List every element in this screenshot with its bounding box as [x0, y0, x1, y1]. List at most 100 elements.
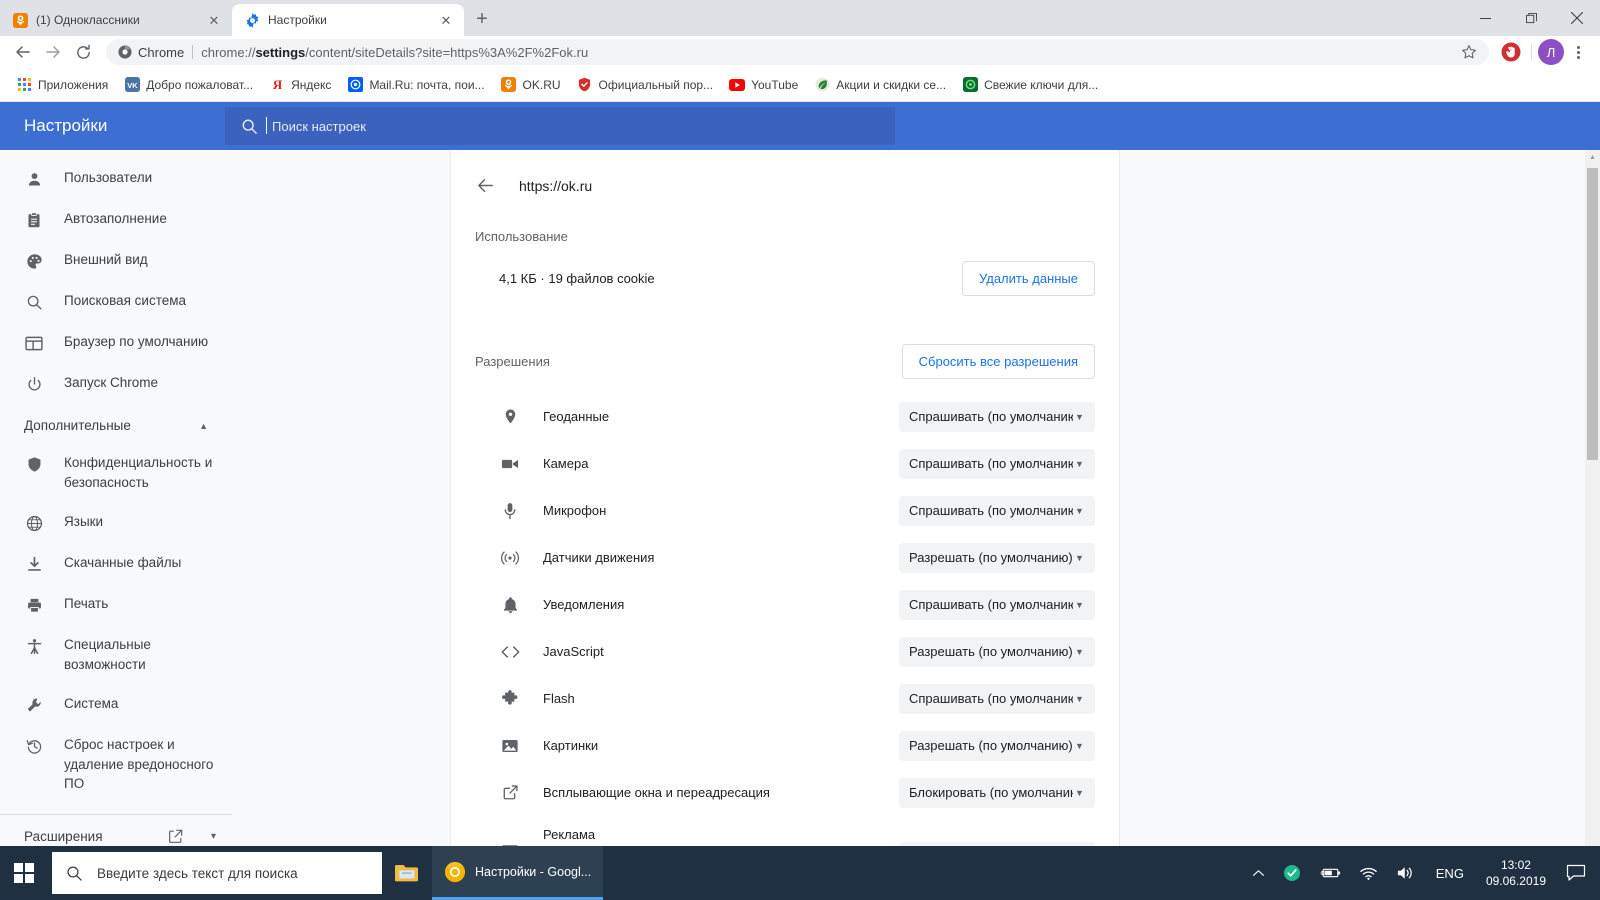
- permission-select-camera[interactable]: Спрашивать (по умолчанию ▼: [899, 448, 1095, 479]
- sidebar-item-downloads[interactable]: Скачанные файлы: [0, 543, 232, 584]
- window-controls: [1462, 0, 1600, 36]
- sidebar-item-users[interactable]: Пользователи: [0, 158, 232, 199]
- page-scrollbar[interactable]: ▲: [1585, 150, 1600, 846]
- bookmark-yandex[interactable]: Я Яндекс: [261, 74, 339, 96]
- bookmark-youtube[interactable]: YouTube: [721, 74, 806, 96]
- adblock-extension-icon[interactable]: [1497, 38, 1525, 66]
- search-icon: [24, 292, 44, 312]
- browser-window-icon: [24, 333, 44, 353]
- permission-label: JavaScript: [543, 643, 604, 659]
- sidebar-item-accessibility[interactable]: Специальные возможности: [0, 625, 232, 684]
- chevron-down-icon: ▼: [1075, 787, 1084, 798]
- permission-select-notifications[interactable]: Спрашивать (по умолчанию ▼: [899, 589, 1095, 620]
- back-icon[interactable]: [8, 38, 38, 66]
- download-icon: [24, 554, 44, 574]
- external-link-icon[interactable]: [168, 829, 183, 844]
- power-icon: [24, 374, 44, 394]
- sidebar-item-startup[interactable]: Запуск Chrome: [0, 363, 232, 404]
- permission-select-location[interactable]: Спрашивать (по умолчанию ▼: [899, 401, 1095, 432]
- address-bar[interactable]: Chrome chrome://settings/content/siteDet…: [106, 39, 1489, 65]
- permission-select-flash[interactable]: Спрашивать (по умолчанию ▼: [899, 683, 1095, 714]
- sidebar-item-extensions[interactable]: Расширения ▾: [0, 815, 232, 846]
- back-arrow-icon[interactable]: [475, 176, 495, 195]
- permission-select-images[interactable]: Разрешать (по умолчанию) ▼: [899, 730, 1095, 761]
- search-input[interactable]: Поиск настроек: [225, 107, 895, 145]
- volume-icon[interactable]: [1387, 865, 1424, 881]
- permissions-header: Разрешения Сбросить все разрешения: [451, 296, 1119, 379]
- site-identity[interactable]: Chrome: [118, 45, 184, 60]
- taskbar-app-chrome[interactable]: Настройки - Googl...: [432, 846, 604, 900]
- bookmark-akcii[interactable]: Акции и скидки се...: [806, 74, 954, 96]
- reload-icon[interactable]: [68, 38, 98, 66]
- sidebar-item-privacy-security[interactable]: Конфиденциальность и безопасность: [0, 443, 232, 502]
- scroll-up-arrow-icon[interactable]: ▲: [1585, 150, 1600, 165]
- permission-label: Картинки: [543, 737, 599, 753]
- browser-toolbar: Chrome chrome://settings/content/siteDet…: [0, 36, 1600, 68]
- close-button[interactable]: [1554, 0, 1600, 36]
- avatar[interactable]: Л: [1538, 39, 1564, 65]
- puzzle-piece-icon: [499, 689, 521, 708]
- clear-data-button[interactable]: Удалить данные: [962, 261, 1095, 296]
- taskbar-search-input[interactable]: Введите здесь текст для поиска: [52, 852, 382, 894]
- browser-tab-settings[interactable]: Настройки ✕: [232, 4, 464, 36]
- permission-label: Микрофон: [543, 502, 607, 518]
- sidebar-item-label: Автозаполнение: [64, 211, 167, 226]
- taskbar-app-file-explorer[interactable]: [382, 846, 432, 900]
- sidebar-item-system[interactable]: Система: [0, 684, 232, 725]
- permission-select-popups[interactable]: Блокировать (по умолчаник ▼: [899, 777, 1095, 808]
- sidebar-item-printing[interactable]: Печать: [0, 584, 232, 625]
- page-scrollbar-thumb[interactable]: [1587, 168, 1598, 460]
- bookmark-vk[interactable]: VK Добро пожаловат...: [116, 74, 261, 96]
- accessibility-icon: [24, 636, 44, 656]
- bookmark-gosuslugi[interactable]: Официальный пор...: [569, 74, 722, 96]
- browser-tab-odnoklassniki[interactable]: (1) Одноклассники ✕: [0, 4, 232, 36]
- chrome-menu-icon[interactable]: [1564, 45, 1592, 59]
- minimize-button[interactable]: [1462, 0, 1508, 36]
- sidebar-item-reset-cleanup[interactable]: Сброс настроек и удаление вредоносного П…: [0, 725, 232, 804]
- sidebar-item-label: Специальные возможности: [64, 637, 151, 672]
- sidebar-item-label: Конфиденциальность и безопасность: [64, 455, 213, 490]
- permission-value: Спрашивать (по умолчанию: [909, 456, 1073, 471]
- close-icon[interactable]: ✕: [438, 12, 454, 28]
- reset-permissions-button[interactable]: Сбросить все разрешения: [901, 344, 1095, 379]
- sidebar-item-autofill[interactable]: Автозаполнение: [0, 199, 232, 240]
- permission-select-motion-sensors[interactable]: Разрешать (по умолчанию) ▼: [899, 542, 1095, 573]
- chevron-up-icon[interactable]: ▲: [199, 421, 208, 431]
- sidebar-item-default-browser[interactable]: Браузер по умолчанию: [0, 322, 232, 363]
- bookmark-keys[interactable]: Свежие ключи для...: [954, 74, 1106, 96]
- sidebar-item-label: Сброс настроек и удаление вредоносного П…: [64, 737, 214, 792]
- forward-icon[interactable]: [38, 38, 68, 66]
- bookmark-apps[interactable]: Приложения: [8, 74, 116, 96]
- battery-icon[interactable]: [1310, 866, 1350, 880]
- kaspersky-shield-icon[interactable]: [1274, 864, 1310, 882]
- sidebar-item-appearance[interactable]: Внешний вид: [0, 240, 232, 281]
- sidebar-item-search-engine[interactable]: Поисковая система: [0, 281, 232, 322]
- sidebar-item-languages[interactable]: Языки: [0, 502, 232, 543]
- start-button[interactable]: [0, 846, 48, 900]
- permission-value: Спрашивать (по умолчанию: [909, 503, 1073, 518]
- permission-label: Уведомления: [543, 596, 625, 612]
- permission-row-microphone: Микрофон Спрашивать (по умолчанию ▼: [451, 487, 1119, 534]
- permission-select-javascript[interactable]: Разрешать (по умолчанию) ▼: [899, 636, 1095, 667]
- close-icon[interactable]: ✕: [206, 12, 222, 28]
- sidebar-group-advanced[interactable]: Дополнительные ▲: [0, 404, 232, 443]
- chevron-down-icon[interactable]: ▾: [211, 831, 216, 842]
- language-indicator[interactable]: ENG: [1424, 866, 1476, 881]
- bookmark-mailru[interactable]: Mail.Ru: почта, пои...: [339, 74, 492, 96]
- bookmark-star-icon[interactable]: [1461, 44, 1477, 60]
- wifi-icon[interactable]: [1350, 866, 1387, 881]
- new-tab-button[interactable]: +: [468, 5, 496, 33]
- permission-label: Реклама Блокировать, если сайт показывае…: [543, 827, 596, 842]
- sidebar-extensions-label: Расширения: [24, 828, 103, 844]
- bookmark-okru[interactable]: OK.RU: [493, 74, 569, 96]
- permission-select-microphone[interactable]: Спрашивать (по умолчанию ▼: [899, 495, 1095, 526]
- system-tray: ENG 13:02 09.06.2019: [1243, 846, 1600, 900]
- tray-expand-icon[interactable]: [1243, 869, 1274, 878]
- url-text: chrome://settings/content/siteDetails?si…: [201, 44, 589, 60]
- permission-row-location: Геоданные Спрашивать (по умолчанию ▼: [451, 393, 1119, 440]
- clock[interactable]: 13:02 09.06.2019: [1476, 857, 1556, 889]
- maximize-button[interactable]: [1508, 0, 1554, 36]
- notification-icon[interactable]: [1556, 864, 1596, 882]
- image-icon: [499, 738, 521, 754]
- bookmark-label: Свежие ключи для...: [984, 77, 1099, 92]
